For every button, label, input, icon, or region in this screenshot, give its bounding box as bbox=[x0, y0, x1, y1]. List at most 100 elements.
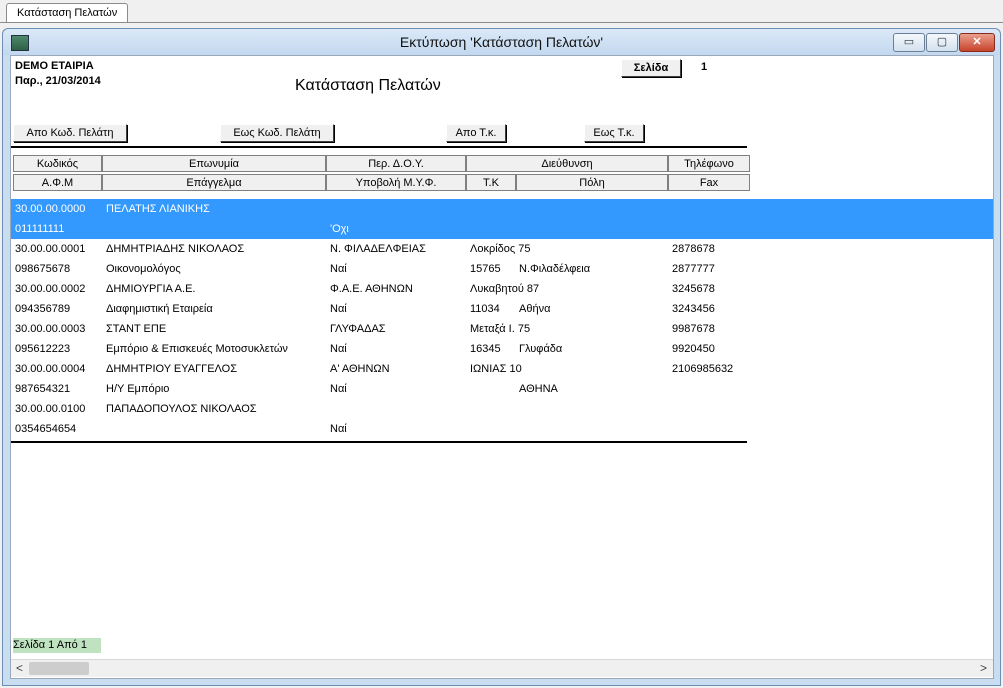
header-doy: Περ. Δ.Ο.Υ. bbox=[326, 155, 466, 172]
cell-name: ΔΗΜΗΤΡΙΑΔΗΣ ΝΙΚΟΛΑΟΣ bbox=[106, 243, 245, 255]
cell-city: Ν.Φιλαδέλφεια bbox=[519, 263, 591, 275]
tab-customer-status[interactable]: Κατάσταση Πελατών bbox=[6, 3, 129, 22]
scroll-left-icon[interactable]: < bbox=[12, 661, 27, 676]
cell-fax: 3243456 bbox=[672, 303, 715, 315]
cell-afm: 098675678 bbox=[15, 263, 71, 275]
cell-code: 30.00.00.0002 bbox=[15, 283, 86, 295]
cell-afm: 0354654654 bbox=[15, 423, 77, 435]
table-row[interactable]: 011111111 'Οχι bbox=[11, 219, 993, 239]
cell-myf: Ναί bbox=[330, 423, 347, 435]
cell-doy: Φ.Α.Ε. ΑΘΗΝΩΝ bbox=[330, 283, 413, 295]
cell-address: ΙΩΝΙΑΣ 10 bbox=[470, 363, 522, 375]
cell-code: 30.00.00.0000 bbox=[15, 203, 86, 215]
cell-city: Γλυφάδα bbox=[519, 343, 563, 355]
maximize-button[interactable]: ▢ bbox=[926, 33, 958, 52]
cell-myf: Ναί bbox=[330, 383, 347, 395]
cell-phone: 9987678 bbox=[672, 323, 715, 335]
close-button[interactable]: ✕ bbox=[959, 33, 995, 52]
cell-afm: 987654321 bbox=[15, 383, 71, 395]
cell-code: 30.00.00.0100 bbox=[15, 403, 86, 415]
table-row[interactable]: 30.00.00.0001 ΔΗΜΗΤΡΙΑΔΗΣ ΝΙΚΟΛΑΟΣ Ν. ΦΙ… bbox=[11, 239, 993, 259]
scroll-thumb[interactable] bbox=[29, 662, 89, 675]
to-code-button[interactable]: Εως Κωδ. Πελάτη bbox=[220, 124, 334, 142]
cell-name: ΔΗΜΗΤΡΙΟΥ ΕΥΑΓΓΕΛΟΣ bbox=[106, 363, 238, 375]
scroll-right-icon[interactable]: > bbox=[976, 661, 991, 676]
header-fax: Fax bbox=[668, 174, 750, 191]
cell-phone: 2106985632 bbox=[672, 363, 734, 375]
title-bar: Εκτύπωση 'Κατάσταση Πελατών' ▭ ▢ ✕ bbox=[3, 29, 1000, 55]
cell-afm: 095612223 bbox=[15, 343, 71, 355]
cell-myf: Ναί bbox=[330, 303, 347, 315]
from-zip-button[interactable]: Απο Τ.κ. bbox=[446, 124, 506, 142]
cell-profession: Εμπόριο & Επισκευές Μοτοσυκλετών bbox=[106, 343, 288, 355]
table-row[interactable]: 987654321 Η/Υ Εμπόριο Ναί ΑΘΗΝΑ bbox=[11, 379, 993, 399]
header-top-rule bbox=[11, 146, 747, 148]
table-row[interactable]: 095612223 Εμπόριο & Επισκευές Μοτοσυκλετ… bbox=[11, 339, 993, 359]
cell-phone: 3245678 bbox=[672, 283, 715, 295]
cell-myf: Ναί bbox=[330, 263, 347, 275]
cell-doy: Α' ΑΘΗΝΩΝ bbox=[330, 363, 390, 375]
cell-zip: 15765 bbox=[470, 263, 501, 275]
cell-code: 30.00.00.0003 bbox=[15, 323, 86, 335]
cell-code: 30.00.00.0001 bbox=[15, 243, 86, 255]
header-afm: Α.Φ.Μ bbox=[13, 174, 102, 191]
horizontal-scrollbar[interactable]: < > bbox=[11, 659, 993, 677]
table-row[interactable]: 30.00.00.0004 ΔΗΜΗΤΡΙΟΥ ΕΥΑΓΓΕΛΟΣ Α' ΑΘΗ… bbox=[11, 359, 993, 379]
close-icon: ✕ bbox=[972, 36, 982, 48]
cell-name: ΔΗΜΙΟΥΡΓΙΑ Α.Ε. bbox=[106, 283, 196, 295]
cell-name: ΠΑΠΑΔΟΠΟΥΛΟΣ ΝΙΚΟΛΑΟΣ bbox=[106, 403, 257, 415]
report-title: Κατάσταση Πελατών bbox=[295, 77, 441, 94]
cell-zip: 11034 bbox=[470, 303, 500, 315]
to-zip-button[interactable]: Εως Τ.κ. bbox=[584, 124, 644, 142]
report-window: Εκτύπωση 'Κατάσταση Πελατών' ▭ ▢ ✕ DEMO … bbox=[2, 28, 1001, 686]
table-row[interactable]: 30.00.00.0002 ΔΗΜΙΟΥΡΓΙΑ Α.Ε. Φ.Α.Ε. ΑΘΗ… bbox=[11, 279, 993, 299]
header-zip: Τ.Κ bbox=[466, 174, 516, 191]
cell-city: Αθήνα bbox=[519, 303, 551, 315]
cell-fax: 9920450 bbox=[672, 343, 715, 355]
report-area: DEMO ΕΤΑΙΡΙΑ Παρ., 21/03/2014 Κατάσταση … bbox=[10, 55, 994, 679]
report-date: Παρ., 21/03/2014 bbox=[15, 75, 101, 87]
cell-city: ΑΘΗΝΑ bbox=[519, 383, 558, 395]
cell-doy: ΓΛΥΦΑΔΑΣ bbox=[330, 323, 386, 335]
cell-phone: 2878678 bbox=[672, 243, 715, 255]
maximize-icon: ▢ bbox=[936, 36, 948, 48]
company-name: DEMO ΕΤΑΙΡΙΑ bbox=[15, 60, 94, 72]
cell-afm: 011111111 bbox=[15, 223, 65, 235]
table-row[interactable]: 094356789 Διαφημιστική Εταιρεία Ναί 1103… bbox=[11, 299, 993, 319]
cell-afm: 094356789 bbox=[15, 303, 71, 315]
cell-address: Μεταξά Ι. 75 bbox=[470, 323, 531, 335]
cell-code: 30.00.00.0004 bbox=[15, 363, 86, 375]
from-code-button[interactable]: Απο Κωδ. Πελάτη bbox=[13, 124, 127, 142]
cell-doy: Ν. ΦΙΛΑΔΕΛΦΕΙΑΣ bbox=[330, 243, 426, 255]
cell-profession: Οικονομολόγος bbox=[106, 263, 181, 275]
window-title: Εκτύπωση 'Κατάσταση Πελατών' bbox=[399, 34, 604, 50]
page-status: Σελίδα 1 Από 1 bbox=[13, 638, 101, 653]
cell-profession: Η/Υ Εμπόριο bbox=[106, 383, 170, 395]
cell-address: Λοκρίδος 75 bbox=[470, 243, 531, 255]
minimize-icon: ▭ bbox=[903, 36, 915, 48]
table-bottom-rule bbox=[11, 441, 747, 443]
table-row[interactable]: 30.00.00.0100 ΠΑΠΑΔΟΠΟΥΛΟΣ ΝΙΚΟΛΑΟΣ bbox=[11, 399, 993, 419]
header-phone: Τηλέφωνο bbox=[668, 155, 750, 172]
header-profession: Επάγγελμα bbox=[102, 174, 326, 191]
cell-fax: 2877777 bbox=[672, 263, 715, 275]
header-address: Διεύθυνση bbox=[466, 155, 668, 172]
table-row[interactable]: 30.00.00.0003 ΣΤΑΝΤ ΕΠΕ ΓΛΥΦΑΔΑΣ Μεταξά … bbox=[11, 319, 993, 339]
cell-profession: Διαφημιστική Εταιρεία bbox=[106, 303, 213, 315]
cell-zip: 16345 bbox=[470, 343, 501, 355]
table-row[interactable]: 098675678 Οικονομολόγος Ναί 15765 Ν.Φιλα… bbox=[11, 259, 993, 279]
header-code: Κωδικός bbox=[13, 155, 102, 172]
cell-myf: 'Οχι bbox=[330, 223, 349, 235]
table-row[interactable]: 0354654654 Ναί bbox=[11, 419, 993, 439]
table-row[interactable]: 30.00.00.0000 ΠΕΛΑΤΗΣ ΛΙΑΝΙΚΗΣ bbox=[11, 199, 993, 219]
cell-name: ΣΤΑΝΤ ΕΠΕ bbox=[106, 323, 167, 335]
minimize-button[interactable]: ▭ bbox=[893, 33, 925, 52]
header-myf: Υποβολή Μ.Υ.Φ. bbox=[326, 174, 466, 191]
header-name: Επωνυμία bbox=[102, 155, 326, 172]
cell-myf: Ναί bbox=[330, 343, 347, 355]
page-number: 1 bbox=[701, 61, 708, 73]
cell-address: Λυκαβητού 87 bbox=[470, 283, 540, 295]
page-button[interactable]: Σελίδα bbox=[621, 59, 681, 77]
header-city: Πόλη bbox=[516, 174, 668, 191]
cell-name: ΠΕΛΑΤΗΣ ΛΙΑΝΙΚΗΣ bbox=[106, 203, 210, 215]
